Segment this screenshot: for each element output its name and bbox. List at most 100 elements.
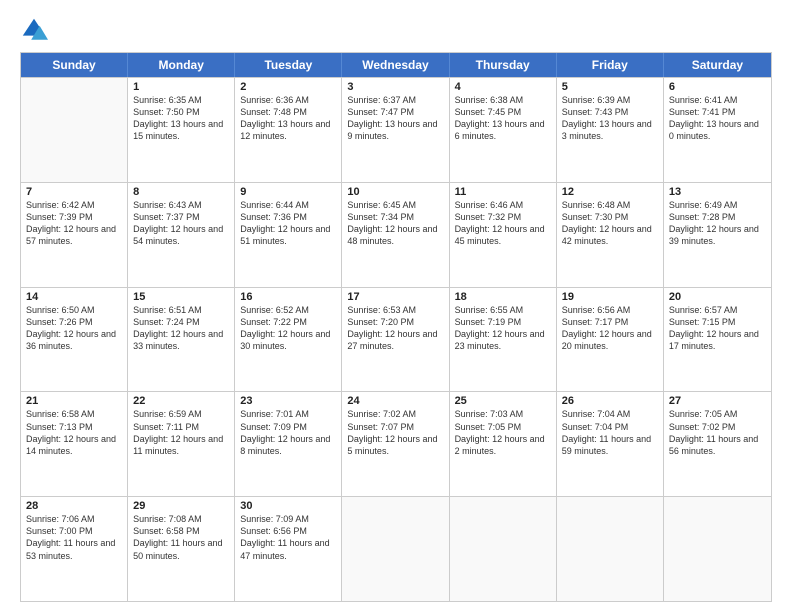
day-number: 17 <box>347 291 443 303</box>
day-number: 23 <box>240 395 336 407</box>
day-number: 20 <box>669 291 766 303</box>
day-number: 22 <box>133 395 229 407</box>
day-number: 5 <box>562 81 658 93</box>
day-number: 15 <box>133 291 229 303</box>
day-cell-5: 5Sunrise: 6:39 AMSunset: 7:43 PMDaylight… <box>557 78 664 182</box>
day-info: Sunrise: 6:51 AMSunset: 7:24 PMDaylight:… <box>133 304 229 353</box>
day-number: 26 <box>562 395 658 407</box>
day-info: Sunrise: 7:03 AMSunset: 7:05 PMDaylight:… <box>455 408 551 457</box>
day-number: 21 <box>26 395 122 407</box>
logo <box>20 16 52 44</box>
day-cell-25: 25Sunrise: 7:03 AMSunset: 7:05 PMDayligh… <box>450 392 557 496</box>
calendar-header: SundayMondayTuesdayWednesdayThursdayFrid… <box>21 53 771 77</box>
day-cell-22: 22Sunrise: 6:59 AMSunset: 7:11 PMDayligh… <box>128 392 235 496</box>
week-row-2: 7Sunrise: 6:42 AMSunset: 7:39 PMDaylight… <box>21 182 771 287</box>
day-cell-19: 19Sunrise: 6:56 AMSunset: 7:17 PMDayligh… <box>557 288 664 392</box>
day-info: Sunrise: 6:49 AMSunset: 7:28 PMDaylight:… <box>669 199 766 248</box>
day-cell-11: 11Sunrise: 6:46 AMSunset: 7:32 PMDayligh… <box>450 183 557 287</box>
week-row-3: 14Sunrise: 6:50 AMSunset: 7:26 PMDayligh… <box>21 287 771 392</box>
day-info: Sunrise: 6:39 AMSunset: 7:43 PMDaylight:… <box>562 94 658 143</box>
day-cell-3: 3Sunrise: 6:37 AMSunset: 7:47 PMDaylight… <box>342 78 449 182</box>
day-info: Sunrise: 6:35 AMSunset: 7:50 PMDaylight:… <box>133 94 229 143</box>
day-number: 30 <box>240 500 336 512</box>
day-header-thursday: Thursday <box>450 53 557 77</box>
day-info: Sunrise: 7:08 AMSunset: 6:58 PMDaylight:… <box>133 513 229 562</box>
day-info: Sunrise: 6:43 AMSunset: 7:37 PMDaylight:… <box>133 199 229 248</box>
calendar-body: 1Sunrise: 6:35 AMSunset: 7:50 PMDaylight… <box>21 77 771 601</box>
day-info: Sunrise: 6:53 AMSunset: 7:20 PMDaylight:… <box>347 304 443 353</box>
calendar: SundayMondayTuesdayWednesdayThursdayFrid… <box>20 52 772 602</box>
day-info: Sunrise: 6:59 AMSunset: 7:11 PMDaylight:… <box>133 408 229 457</box>
day-cell-2: 2Sunrise: 6:36 AMSunset: 7:48 PMDaylight… <box>235 78 342 182</box>
day-cell-28: 28Sunrise: 7:06 AMSunset: 7:00 PMDayligh… <box>21 497 128 601</box>
empty-cell-4-5 <box>557 497 664 601</box>
day-cell-13: 13Sunrise: 6:49 AMSunset: 7:28 PMDayligh… <box>664 183 771 287</box>
day-header-monday: Monday <box>128 53 235 77</box>
week-row-5: 28Sunrise: 7:06 AMSunset: 7:00 PMDayligh… <box>21 496 771 601</box>
day-number: 3 <box>347 81 443 93</box>
day-info: Sunrise: 7:09 AMSunset: 6:56 PMDaylight:… <box>240 513 336 562</box>
day-info: Sunrise: 7:02 AMSunset: 7:07 PMDaylight:… <box>347 408 443 457</box>
day-number: 10 <box>347 186 443 198</box>
day-info: Sunrise: 7:05 AMSunset: 7:02 PMDaylight:… <box>669 408 766 457</box>
empty-cell-4-6 <box>664 497 771 601</box>
day-cell-10: 10Sunrise: 6:45 AMSunset: 7:34 PMDayligh… <box>342 183 449 287</box>
day-header-saturday: Saturday <box>664 53 771 77</box>
day-info: Sunrise: 7:01 AMSunset: 7:09 PMDaylight:… <box>240 408 336 457</box>
day-cell-18: 18Sunrise: 6:55 AMSunset: 7:19 PMDayligh… <box>450 288 557 392</box>
week-row-4: 21Sunrise: 6:58 AMSunset: 7:13 PMDayligh… <box>21 391 771 496</box>
day-cell-29: 29Sunrise: 7:08 AMSunset: 6:58 PMDayligh… <box>128 497 235 601</box>
day-number: 27 <box>669 395 766 407</box>
day-number: 9 <box>240 186 336 198</box>
day-info: Sunrise: 6:41 AMSunset: 7:41 PMDaylight:… <box>669 94 766 143</box>
day-info: Sunrise: 7:06 AMSunset: 7:00 PMDaylight:… <box>26 513 122 562</box>
day-cell-23: 23Sunrise: 7:01 AMSunset: 7:09 PMDayligh… <box>235 392 342 496</box>
day-info: Sunrise: 6:45 AMSunset: 7:34 PMDaylight:… <box>347 199 443 248</box>
day-number: 19 <box>562 291 658 303</box>
day-cell-21: 21Sunrise: 6:58 AMSunset: 7:13 PMDayligh… <box>21 392 128 496</box>
day-cell-30: 30Sunrise: 7:09 AMSunset: 6:56 PMDayligh… <box>235 497 342 601</box>
day-cell-8: 8Sunrise: 6:43 AMSunset: 7:37 PMDaylight… <box>128 183 235 287</box>
day-info: Sunrise: 6:56 AMSunset: 7:17 PMDaylight:… <box>562 304 658 353</box>
day-cell-16: 16Sunrise: 6:52 AMSunset: 7:22 PMDayligh… <box>235 288 342 392</box>
day-number: 16 <box>240 291 336 303</box>
day-info: Sunrise: 6:44 AMSunset: 7:36 PMDaylight:… <box>240 199 336 248</box>
page: SundayMondayTuesdayWednesdayThursdayFrid… <box>0 0 792 612</box>
day-header-friday: Friday <box>557 53 664 77</box>
day-info: Sunrise: 6:36 AMSunset: 7:48 PMDaylight:… <box>240 94 336 143</box>
day-info: Sunrise: 6:42 AMSunset: 7:39 PMDaylight:… <box>26 199 122 248</box>
day-info: Sunrise: 6:38 AMSunset: 7:45 PMDaylight:… <box>455 94 551 143</box>
day-info: Sunrise: 6:37 AMSunset: 7:47 PMDaylight:… <box>347 94 443 143</box>
day-cell-12: 12Sunrise: 6:48 AMSunset: 7:30 PMDayligh… <box>557 183 664 287</box>
day-info: Sunrise: 6:46 AMSunset: 7:32 PMDaylight:… <box>455 199 551 248</box>
day-number: 6 <box>669 81 766 93</box>
day-info: Sunrise: 7:04 AMSunset: 7:04 PMDaylight:… <box>562 408 658 457</box>
header <box>20 16 772 44</box>
day-number: 1 <box>133 81 229 93</box>
day-number: 8 <box>133 186 229 198</box>
day-number: 29 <box>133 500 229 512</box>
empty-cell-4-4 <box>450 497 557 601</box>
day-info: Sunrise: 6:57 AMSunset: 7:15 PMDaylight:… <box>669 304 766 353</box>
empty-cell-0-0 <box>21 78 128 182</box>
day-info: Sunrise: 6:55 AMSunset: 7:19 PMDaylight:… <box>455 304 551 353</box>
day-number: 4 <box>455 81 551 93</box>
empty-cell-4-3 <box>342 497 449 601</box>
day-cell-6: 6Sunrise: 6:41 AMSunset: 7:41 PMDaylight… <box>664 78 771 182</box>
logo-icon <box>20 16 48 44</box>
day-info: Sunrise: 6:48 AMSunset: 7:30 PMDaylight:… <box>562 199 658 248</box>
day-header-wednesday: Wednesday <box>342 53 449 77</box>
day-cell-17: 17Sunrise: 6:53 AMSunset: 7:20 PMDayligh… <box>342 288 449 392</box>
day-number: 2 <box>240 81 336 93</box>
day-number: 28 <box>26 500 122 512</box>
week-row-1: 1Sunrise: 6:35 AMSunset: 7:50 PMDaylight… <box>21 77 771 182</box>
day-number: 18 <box>455 291 551 303</box>
day-number: 11 <box>455 186 551 198</box>
day-number: 12 <box>562 186 658 198</box>
day-header-sunday: Sunday <box>21 53 128 77</box>
day-header-tuesday: Tuesday <box>235 53 342 77</box>
day-info: Sunrise: 6:52 AMSunset: 7:22 PMDaylight:… <box>240 304 336 353</box>
day-number: 13 <box>669 186 766 198</box>
day-cell-26: 26Sunrise: 7:04 AMSunset: 7:04 PMDayligh… <box>557 392 664 496</box>
day-cell-4: 4Sunrise: 6:38 AMSunset: 7:45 PMDaylight… <box>450 78 557 182</box>
